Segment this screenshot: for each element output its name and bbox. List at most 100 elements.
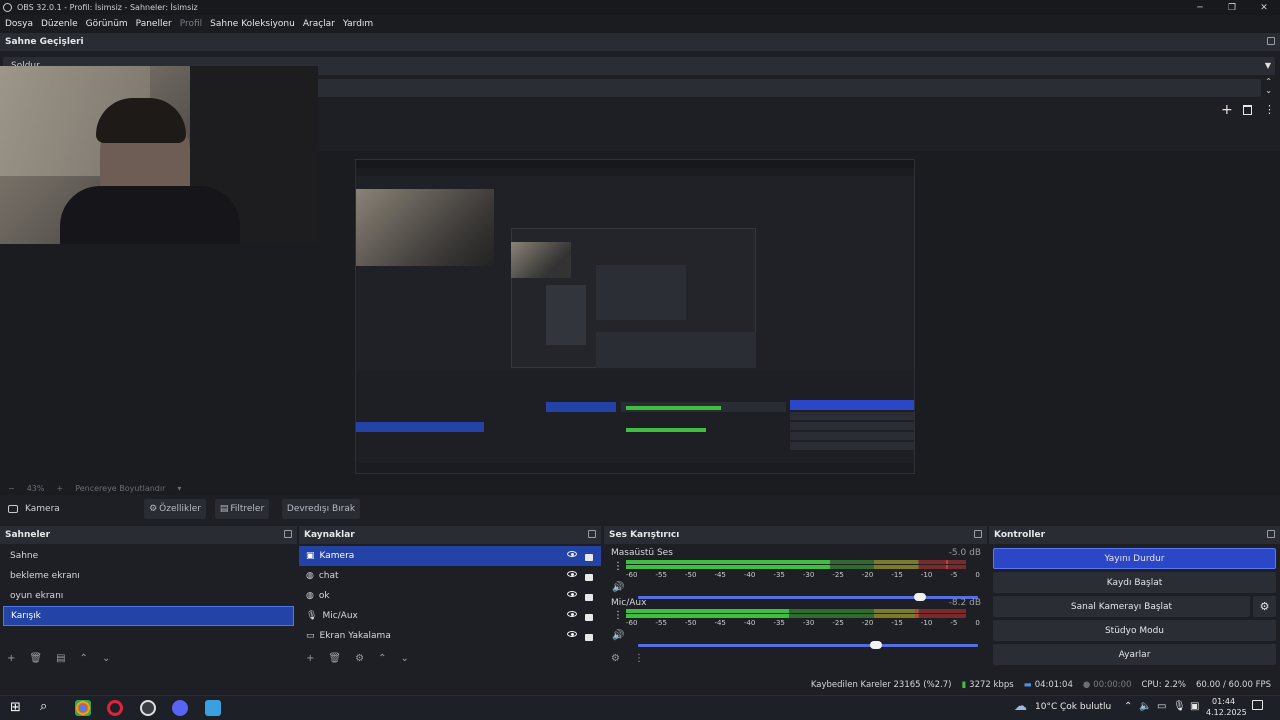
menu-duzenle[interactable]: Düzenle: [41, 19, 78, 29]
menu-gorunum[interactable]: Görünüm: [86, 19, 128, 29]
move-up-icon[interactable]: ⌃: [378, 653, 386, 664]
start-record-button[interactable]: Kaydı Başlat: [993, 572, 1276, 593]
remove-scene-icon[interactable]: 🗑: [29, 653, 42, 664]
weather-cloud-icon: ☁: [1014, 699, 1027, 714]
opera-app-icon[interactable]: [107, 700, 123, 716]
mixer-channel: Mic/Aux -8.2 dB ⋮ -60 -55 -50 -45 -40 -35 -30-…: [604, 596, 987, 649]
duration-stepper[interactable]: ⌃ ⌄: [1265, 77, 1272, 95]
virtual-camera-button[interactable]: Sanal Kamerayı Başlat: [993, 596, 1250, 617]
notification-icon[interactable]: [1252, 700, 1263, 710]
camera-feed-image: [0, 66, 318, 244]
menu-dosya[interactable]: Dosya: [5, 19, 33, 29]
source-item[interactable]: 🎙 Mic/Aux: [299, 606, 601, 626]
display-tray-icon[interactable]: ▣: [1190, 701, 1199, 712]
zoom-out-icon[interactable]: −: [8, 484, 15, 493]
network-tray-icon[interactable]: ▭: [1157, 701, 1166, 712]
stop-stream-button[interactable]: Yayını Durdur: [993, 548, 1276, 569]
lock-icon[interactable]: [585, 614, 593, 621]
zoom-in-icon[interactable]: +: [56, 484, 63, 493]
add-source-icon[interactable]: +: [306, 653, 314, 664]
lock-icon[interactable]: [585, 574, 593, 581]
channel-db: -8.2 dB: [948, 598, 981, 608]
file-app-icon[interactable]: [205, 700, 221, 716]
clock-time[interactable]: 01:44: [1212, 697, 1235, 706]
sources-title: Kaynaklar: [304, 530, 355, 540]
dock-float-icon[interactable]: [1267, 37, 1275, 45]
clock-date[interactable]: 4.12.2025: [1206, 708, 1247, 717]
channel-db: -5.0 dB: [948, 548, 981, 558]
restore-icon[interactable]: ❐: [1216, 0, 1248, 15]
scene-item[interactable]: bekleme ekranı: [3, 566, 294, 586]
dock-float-icon[interactable]: [1267, 530, 1275, 538]
lock-icon[interactable]: [585, 634, 593, 641]
menu-paneller[interactable]: Paneller: [136, 19, 172, 29]
dock-float-icon[interactable]: [974, 530, 982, 538]
dock-float-icon[interactable]: [588, 530, 596, 538]
settings-button[interactable]: Ayarlar: [993, 644, 1276, 665]
mic-tray-icon[interactable]: 🎙: [1173, 701, 1186, 712]
move-down-icon[interactable]: ⌄: [102, 653, 110, 664]
scene-item[interactable]: oyun ekranı: [3, 586, 294, 606]
studio-mode-button[interactable]: Stüdyo Modu: [993, 620, 1276, 641]
add-transition-icon[interactable]: +: [1221, 102, 1233, 118]
menu-yardim[interactable]: Yardım: [343, 19, 373, 29]
virtual-camera-label: Sanal Kamerayı Başlat: [1070, 601, 1173, 612]
remove-source-icon[interactable]: 🗑: [328, 653, 341, 664]
zoom-mode-select[interactable]: Pencereye Boyutlandır: [75, 484, 165, 493]
status-bar: Kaybedilen Kareler 23165 (%2.7) ▮ 3272 k…: [0, 675, 1280, 695]
scene-filters-icon[interactable]: ▤: [56, 653, 65, 664]
discord-app-icon[interactable]: [172, 700, 188, 716]
filters-button[interactable]: ▤ Filtreler: [215, 499, 269, 519]
more-icon[interactable]: ⋮: [1264, 103, 1275, 116]
trash-icon[interactable]: [1243, 105, 1252, 115]
weather-desc[interactable]: Çok bulutlu: [1060, 702, 1111, 712]
visibility-eye-icon[interactable]: [567, 571, 577, 577]
minimize-icon[interactable]: ─: [1184, 0, 1216, 15]
virtual-camera-settings-gear-icon[interactable]: ⚙: [1253, 596, 1276, 617]
meter-tick-label: -30: [802, 619, 815, 627]
volume-slider-knob[interactable]: [870, 641, 882, 649]
menu-profil[interactable]: Profil: [180, 19, 202, 29]
meter-tick-label: -5: [950, 619, 958, 627]
dock-float-icon[interactable]: [284, 530, 292, 538]
scene-item[interactable]: Sahne: [3, 546, 294, 566]
scene-item-selected[interactable]: Karışık: [3, 606, 294, 626]
visibility-eye-icon[interactable]: [567, 591, 577, 597]
deactivate-button[interactable]: Devredışı Bırak: [282, 499, 360, 519]
source-item[interactable]: ◍ chat: [299, 566, 601, 586]
menu-araclar[interactable]: Araçlar: [303, 19, 335, 29]
advanced-audio-icon[interactable]: ⚙: [611, 653, 620, 664]
channel-menu-icon[interactable]: ⋮: [613, 561, 623, 572]
weather-temp[interactable]: 10°C: [1035, 702, 1057, 712]
visibility-eye-icon[interactable]: [567, 551, 577, 557]
move-up-icon[interactable]: ⌃: [80, 653, 88, 664]
search-icon[interactable]: ⌕: [40, 699, 47, 714]
visibility-eye-icon[interactable]: [567, 631, 577, 637]
source-item-selected[interactable]: ▣ Kamera: [299, 546, 601, 566]
source-properties-icon[interactable]: ⚙: [355, 653, 364, 664]
lock-icon[interactable]: [585, 554, 593, 561]
nested-preview-image: [355, 159, 915, 474]
source-item[interactable]: ◍ ok: [299, 586, 601, 606]
menu-sahne-koleksiyonu[interactable]: Sahne Koleksiyonu: [210, 19, 295, 29]
sources-panel: Kaynaklar ▣ Kamera ◍ chat ◍ ok 🎙 Mic/Aux…: [299, 526, 601, 674]
mixer-menu-icon[interactable]: ⋮: [634, 653, 644, 664]
speaker-tray-icon[interactable]: 🔈: [1139, 701, 1151, 712]
speaker-icon[interactable]: 🔊: [612, 630, 624, 641]
globe-icon: ◍: [306, 591, 314, 601]
volume-slider[interactable]: [638, 641, 978, 649]
windows-start-icon[interactable]: ⊞: [10, 700, 21, 715]
move-down-icon[interactable]: ⌄: [400, 653, 408, 664]
visibility-eye-icon[interactable]: [567, 611, 577, 617]
close-icon[interactable]: ✕: [1248, 0, 1280, 15]
tray-expand-icon[interactable]: ⌃: [1124, 701, 1132, 712]
properties-button[interactable]: ⚙ Özellikler: [144, 499, 206, 519]
channel-menu-icon[interactable]: ⋮: [613, 610, 623, 621]
add-scene-icon[interactable]: +: [7, 653, 15, 664]
obs-app-icon[interactable]: [140, 700, 156, 716]
transitions-title: Sahne Geçişleri: [5, 37, 84, 47]
speaker-icon[interactable]: 🔊: [612, 582, 624, 593]
chrome-app-icon[interactable]: [75, 700, 91, 716]
lock-icon[interactable]: [585, 594, 593, 601]
source-item[interactable]: ▭ Ekran Yakalama: [299, 626, 601, 646]
